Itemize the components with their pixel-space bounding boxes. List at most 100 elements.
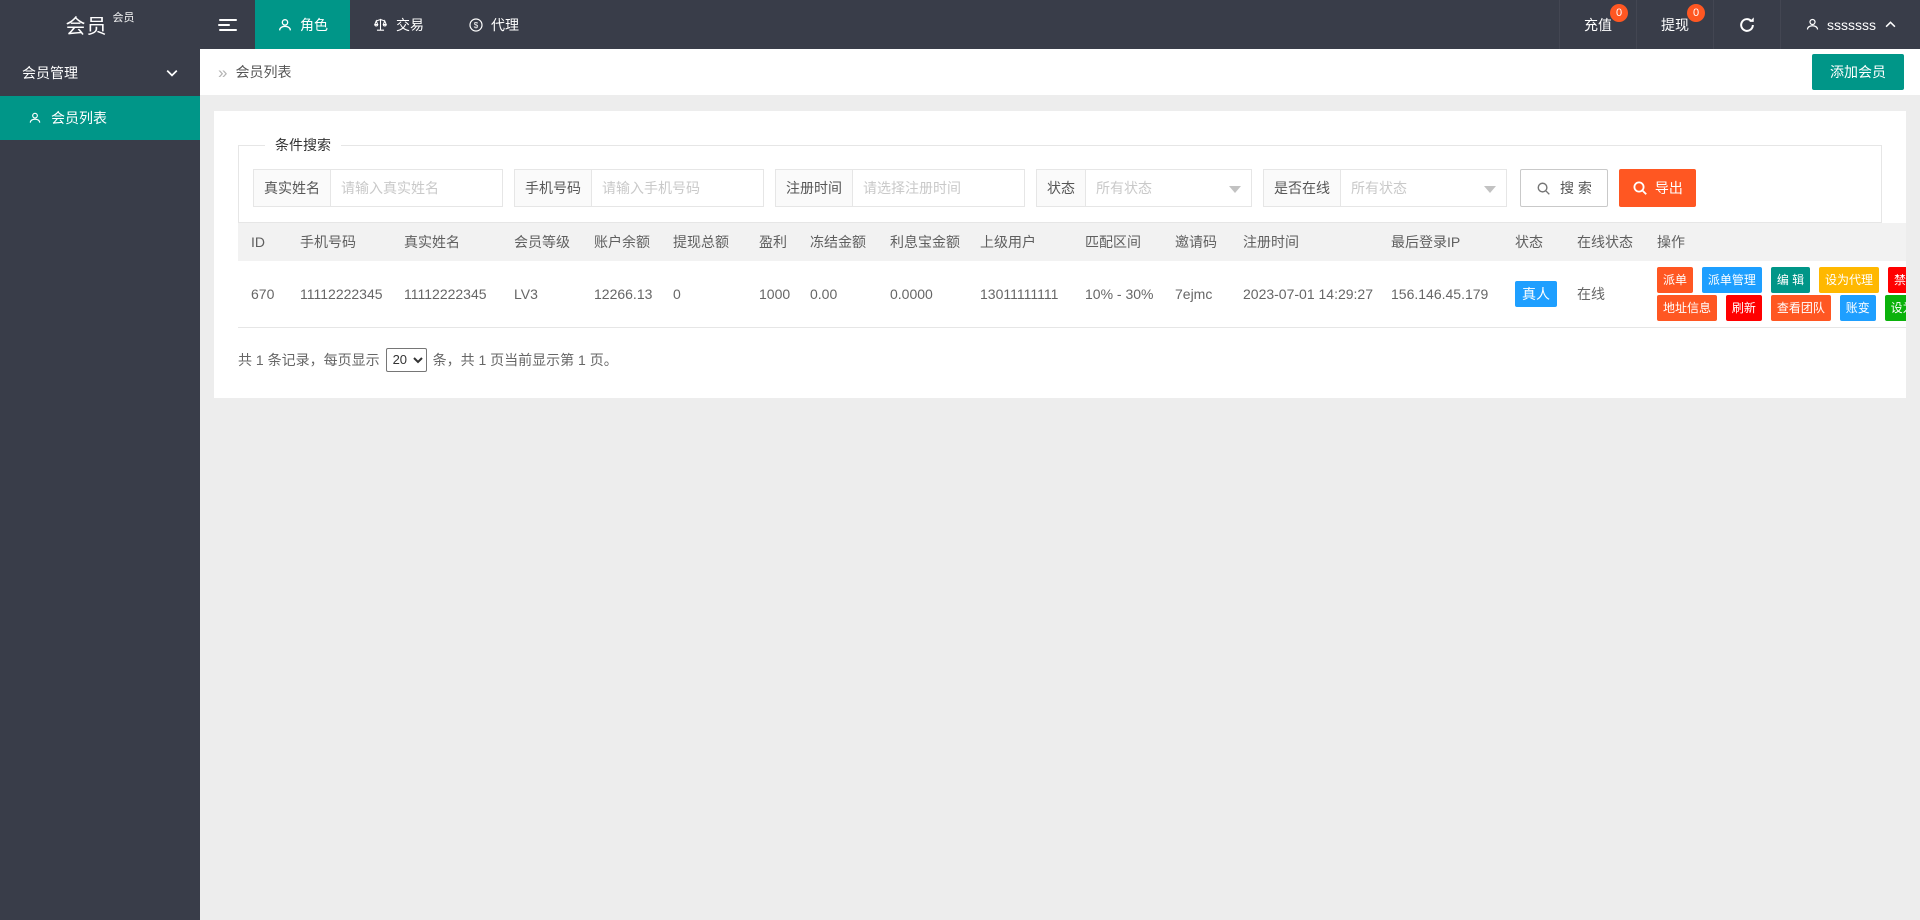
search-form: 真实姓名 手机号码 注册时间 状态 所有状态 [253, 169, 1867, 207]
col-header: 真实姓名 [391, 223, 501, 261]
svg-text:$: $ [474, 21, 479, 30]
dollar-circle-icon: $ [468, 17, 484, 33]
cell-real-name: 11112222345 [391, 261, 501, 328]
withdraw-badge: 0 [1687, 4, 1705, 22]
real-name-input[interactable] [331, 169, 503, 207]
username: sssssss [1827, 16, 1876, 33]
col-header: 会员等级 [501, 223, 581, 261]
set-fake-button[interactable]: 设为假人 [1884, 294, 1906, 321]
tab-agents[interactable]: $ 代理 [446, 0, 541, 49]
col-header: 匹配区间 [1072, 223, 1162, 261]
topbar-right: 充值 0 提现 0 sssssss [1559, 0, 1920, 49]
user-icon [277, 17, 293, 33]
cell-invite-code: 7ejmc [1162, 261, 1230, 328]
col-header: 提现总额 [660, 223, 746, 261]
dispatch-button[interactable]: 派单 [1657, 266, 1694, 293]
add-member-button[interactable]: 添加会员 [1812, 54, 1904, 90]
cell-level: LV3 [501, 261, 581, 328]
status-group: 状态 所有状态 [1036, 169, 1252, 207]
search-button[interactable]: 搜 索 [1520, 169, 1608, 207]
cell-balance: 12266.13 [581, 261, 660, 328]
online-label: 是否在线 [1263, 169, 1341, 207]
account-change-button[interactable]: 账变 [1839, 294, 1876, 321]
tab-roles[interactable]: 角色 [255, 0, 350, 49]
user-icon [1805, 17, 1820, 32]
set-agent-button[interactable]: 设为代理 [1819, 266, 1880, 293]
cell-actions: 派单 派单管理 编 辑 设为代理 禁用 地址信息 刷新 查看团队 账变 [1644, 261, 1906, 328]
col-header: 上级用户 [967, 223, 1072, 261]
col-header: 账户余额 [581, 223, 660, 261]
export-button-label: 导出 [1654, 180, 1683, 196]
col-header: 盈利 [746, 223, 797, 261]
cell-match-range: 10% - 30% [1072, 261, 1162, 328]
search-icon [1632, 180, 1648, 196]
cell-interest: 0.0000 [877, 261, 967, 328]
col-header: 在线状态 [1564, 223, 1644, 261]
reg-time-input[interactable] [853, 169, 1025, 207]
recharge-button[interactable]: 充值 0 [1559, 0, 1636, 49]
tab-transactions[interactable]: 交易 [350, 0, 446, 49]
member-list-card: 条件搜索 真实姓名 手机号码 注册时间 状态 所有状态 [214, 111, 1906, 398]
reg-time-group: 注册时间 [775, 169, 1025, 207]
disable-button[interactable]: 禁用 [1887, 266, 1906, 293]
logo-superscript: 会员 [112, 12, 135, 24]
pagination: 共 1 条记录，每页显示 20 条，共 1 页当前显示第 1 页。 [238, 347, 1882, 372]
topbar: 会员 会员 角色 交易 $ 代理 充值 0 提现 0 sssssss [0, 0, 1920, 49]
cell-status: 真人 [1502, 261, 1564, 328]
address-info-button[interactable]: 地址信息 [1657, 294, 1718, 321]
member-table: ID 手机号码 真实姓名 会员等级 账户余额 提现总额 盈利 冻结金额 利息宝金… [238, 223, 1906, 328]
reg-time-label: 注册时间 [775, 169, 853, 207]
menu-collapse-button[interactable] [200, 0, 255, 49]
chevron-down-icon [166, 69, 178, 77]
top-nav: 角色 交易 $ 代理 [255, 0, 541, 49]
cell-reg-time: 2023-07-01 14:29:27 [1230, 261, 1378, 328]
online-select-value: 所有状态 [1351, 180, 1407, 196]
sidebar-item-member-list[interactable]: 会员列表 [0, 96, 200, 140]
sidebar-group-label: 会员管理 [22, 64, 78, 81]
caret-down-icon [1484, 186, 1496, 193]
recharge-badge: 0 [1610, 4, 1628, 22]
cell-last-ip: 156.146.45.179 [1378, 261, 1502, 328]
col-header: 冻结金额 [797, 223, 877, 261]
breadcrumb-current: 会员列表 [235, 64, 292, 80]
table-row: 670 11112222345 11112222345 LV3 12266.13… [238, 261, 1906, 328]
cell-id: 670 [238, 261, 287, 328]
withdraw-button[interactable]: 提现 0 [1636, 0, 1713, 49]
search-fieldset: 条件搜索 真实姓名 手机号码 注册时间 状态 所有状态 [238, 135, 1882, 223]
app-logo: 会员 会员 [0, 0, 200, 49]
col-header: 邀请码 [1162, 223, 1230, 261]
page-size-select[interactable]: 20 [385, 347, 427, 372]
online-select[interactable]: 所有状态 [1341, 169, 1507, 207]
online-group: 是否在线 所有状态 [1263, 169, 1507, 207]
pagination-before: 共 1 条记录，每页显示 [238, 351, 380, 368]
view-team-button[interactable]: 查看团队 [1770, 294, 1831, 321]
actions-line-2: 地址信息 刷新 查看团队 账变 设为假人 [1657, 294, 1906, 321]
cell-phone: 11112222345 [287, 261, 391, 328]
chevron-up-icon [1885, 21, 1896, 28]
refresh-row-button[interactable]: 刷新 [1725, 294, 1762, 321]
col-header: 手机号码 [287, 223, 391, 261]
breadcrumb: » 会员列表 [218, 62, 291, 82]
phone-input[interactable] [592, 169, 764, 207]
member-table-wrap: ID 手机号码 真实姓名 会员等级 账户余额 提现总额 盈利 冻结金额 利息宝金… [238, 223, 1906, 328]
hamburger-icon [218, 18, 237, 21]
logo-title: 会员 [65, 16, 108, 38]
status-badge[interactable]: 真人 [1515, 280, 1557, 307]
user-menu[interactable]: sssssss [1780, 0, 1920, 49]
edit-button[interactable]: 编 辑 [1770, 266, 1811, 293]
refresh-button[interactable] [1713, 0, 1780, 49]
status-select[interactable]: 所有状态 [1086, 169, 1252, 207]
sidebar-item-label: 会员列表 [51, 110, 107, 126]
status-label: 状态 [1036, 169, 1086, 207]
search-icon [1536, 181, 1551, 196]
col-header: 利息宝金额 [877, 223, 967, 261]
dispatch-manage-button[interactable]: 派单管理 [1701, 266, 1762, 293]
status-select-value: 所有状态 [1096, 180, 1152, 196]
tab-label: 代理 [491, 16, 519, 33]
sidebar-group-member-management[interactable]: 会员管理 [0, 49, 200, 96]
scales-icon [372, 16, 389, 33]
export-button[interactable]: 导出 [1618, 169, 1696, 207]
col-header: 最后登录IP [1378, 223, 1502, 261]
pagination-after: 条，共 1 页当前显示第 1 页。 [432, 351, 618, 368]
search-legend: 条件搜索 [275, 137, 331, 153]
